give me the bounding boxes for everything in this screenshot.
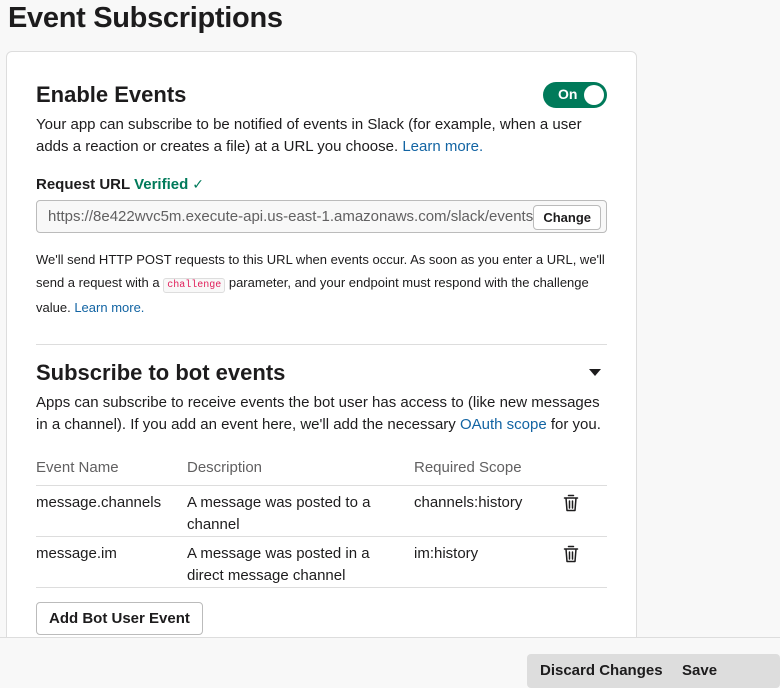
column-header-event-name: Event Name: [36, 459, 119, 476]
discard-changes-button[interactable]: Discard Changes: [527, 654, 676, 688]
bot-events-title: Subscribe to bot events: [36, 360, 286, 385]
event-subscriptions-card: Enable Events On Your app can subscribe …: [6, 51, 637, 651]
table-row-divider: [36, 587, 607, 588]
verified-label: Verified: [134, 176, 189, 193]
table-row-divider: [36, 485, 607, 486]
save-changes-button[interactable]: Save Changes: [669, 654, 780, 688]
enable-events-title: Enable Events: [36, 82, 187, 107]
event-scope: im:history: [414, 545, 479, 562]
request-url-field[interactable]: https://8e422wvc5m.execute-api.us-east-1…: [36, 200, 607, 233]
trash-icon[interactable]: [563, 545, 579, 563]
request-url-label: Request URL Verified ✓: [36, 176, 204, 193]
toggle-label: On: [558, 86, 578, 102]
help-learn-more-link[interactable]: Learn more.: [74, 300, 144, 315]
enable-events-description: Your app can subscribe to be notified of…: [36, 114, 611, 158]
page-title: Event Subscriptions: [8, 2, 283, 34]
column-header-description: Description: [187, 459, 263, 476]
collapse-caret-icon[interactable]: [589, 369, 601, 376]
oauth-scope-link[interactable]: OAuth scope: [460, 416, 547, 433]
toggle-knob: [584, 85, 604, 105]
event-description: A message was posted to a channel: [187, 494, 371, 533]
learn-more-link[interactable]: Learn more.: [402, 138, 483, 155]
add-bot-user-event-button[interactable]: Add Bot User Event: [36, 602, 203, 635]
footer-bar: Discard Changes Save Changes: [0, 637, 780, 688]
section-divider: [36, 344, 607, 345]
request-url-value: https://8e422wvc5m.execute-api.us-east-1…: [48, 208, 534, 225]
event-name-link[interactable]: message.channels: [36, 492, 161, 514]
request-url-help: We'll send HTTP POST requests to this UR…: [36, 249, 611, 320]
event-description: A message was posted in a direct message…: [187, 545, 370, 584]
enable-events-desc-text: Your app can subscribe to be notified of…: [36, 116, 582, 155]
enable-events-toggle[interactable]: On: [543, 82, 607, 108]
challenge-code: challenge: [163, 277, 226, 293]
checkmark-icon: ✓: [192, 176, 205, 192]
column-header-required-scope: Required Scope: [414, 459, 522, 476]
bot-events-desc-end: for you.: [550, 416, 601, 433]
event-scope: channels:history: [414, 494, 523, 511]
table-row-divider: [36, 536, 607, 537]
change-url-button[interactable]: Change: [533, 205, 601, 230]
event-name-link[interactable]: message.im: [36, 543, 117, 565]
bot-events-description: Apps can subscribe to receive events the…: [36, 392, 611, 436]
trash-icon[interactable]: [563, 494, 579, 512]
request-url-text: Request URL: [36, 176, 130, 193]
